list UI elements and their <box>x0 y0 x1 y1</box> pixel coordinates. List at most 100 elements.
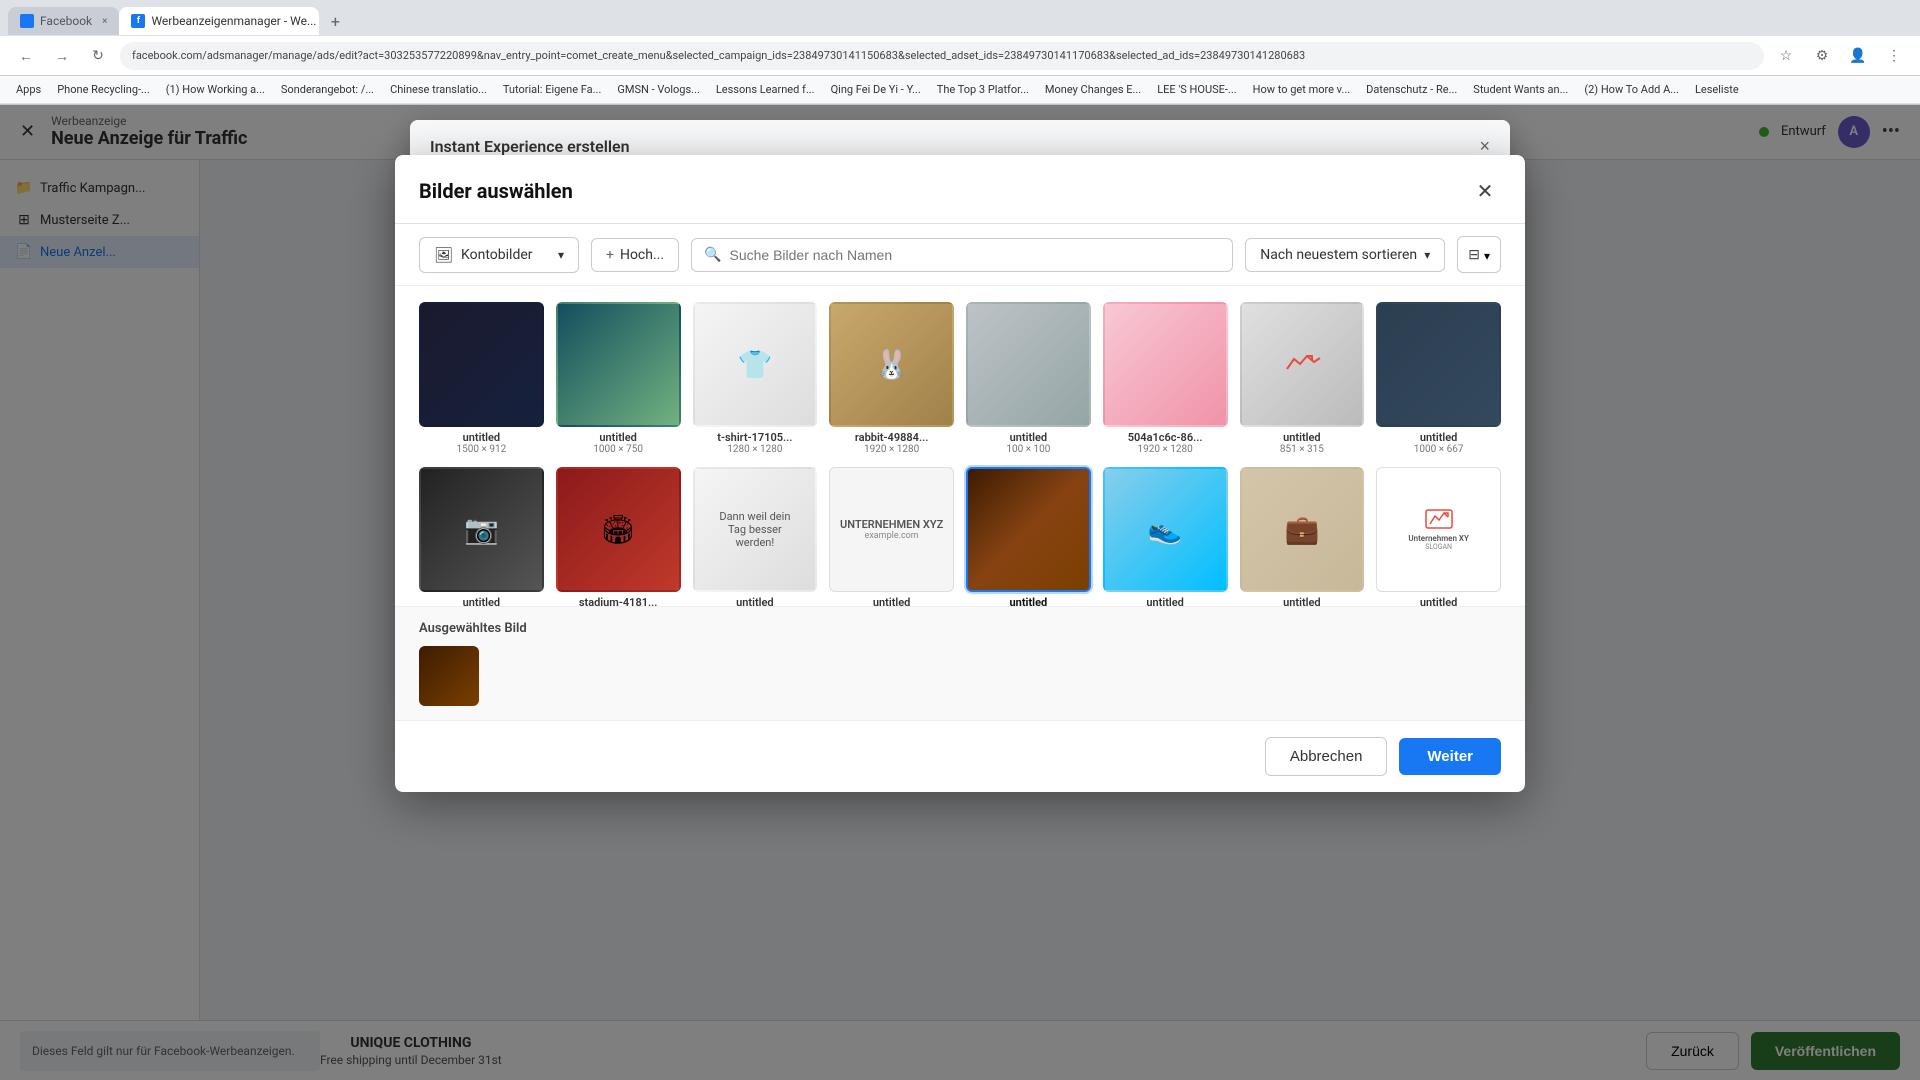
selected-thumbnail <box>419 646 479 706</box>
image-grid-row1: untitled 1500 × 912 untitled 1000 × 750 … <box>419 302 1501 455</box>
bookmark-3[interactable]: Sonderangebot: /... <box>277 81 378 98</box>
image-name-2: untitled <box>599 431 637 444</box>
image-dim-5: 100 × 100 <box>1006 444 1050 455</box>
weiter-button[interactable]: Weiter <box>1399 738 1501 775</box>
image-thumb-13 <box>966 467 1091 592</box>
back-button[interactable]: ← <box>12 42 40 70</box>
image-name-11: untitled <box>736 596 774 607</box>
image-thumb-6 <box>1103 302 1228 427</box>
image-name-3: t-shirt-17105... <box>717 431 792 444</box>
selected-section-label: Ausgewähltes Bild <box>419 621 1501 636</box>
image-item-12[interactable]: UNTERNEHMEN XYZ example.com untitled 200… <box>829 467 954 606</box>
inner-dialog: Bilder auswählen ✕ 🖼 Kontobilder + Hoch.… <box>395 155 1525 792</box>
image-item-4[interactable]: 🐰 rabbit-49884... 1920 × 1280 <box>829 302 954 455</box>
bookmarks-bar: Apps Phone Recycling-... (1) How Working… <box>0 76 1920 104</box>
filter-button[interactable]: ⊟ <box>1457 236 1501 273</box>
bookmark-button[interactable]: ☆ <box>1772 42 1800 70</box>
search-bar: 🔍 <box>691 238 1233 272</box>
source-label: Kontobilder <box>461 247 532 263</box>
image-thumb-12: UNTERNEHMEN XYZ example.com <box>829 467 954 592</box>
dialog-footer: Abbrechen Weiter <box>395 720 1525 792</box>
image-name-14: untitled <box>1146 596 1184 607</box>
image-item-7[interactable]: untitled 851 × 315 <box>1240 302 1365 455</box>
bookmark-apps[interactable]: Apps <box>12 81 45 98</box>
source-dropdown[interactable]: 🖼 Kontobilder <box>419 237 579 273</box>
filter-chevron-icon <box>1484 245 1490 264</box>
image-name-15: untitled <box>1283 596 1321 607</box>
tab-label-1: Facebook <box>40 14 92 28</box>
bookmark-8[interactable]: Qing Fei De Yi - Y... <box>827 81 925 98</box>
tab-favicon-1 <box>20 14 34 28</box>
image-dim-7: 851 × 315 <box>1280 444 1324 455</box>
source-icon: 🖼 <box>434 246 453 264</box>
menu-button[interactable]: ⋮ <box>1880 42 1908 70</box>
image-name-10: stadium-4181... <box>579 596 658 607</box>
bookmark-2[interactable]: (1) How Working a... <box>162 81 269 98</box>
selected-section: Ausgewähltes Bild <box>395 606 1525 720</box>
browser-tab-ads[interactable]: f Werbeanzeigenmanager - We... × <box>119 7 319 35</box>
image-item-6[interactable]: 504a1c6c-86... 1920 × 1280 <box>1103 302 1228 455</box>
image-item-9[interactable]: 📷 untitled 1000 × 667 <box>419 467 544 606</box>
image-item-8[interactable]: untitled 1000 × 667 <box>1376 302 1501 455</box>
image-thumb-15: 💼 <box>1240 467 1365 592</box>
image-name-5: untitled <box>1010 431 1048 444</box>
image-dim-4: 1920 × 1280 <box>864 444 919 455</box>
sort-dropdown[interactable]: Nach neuestem sortieren <box>1245 238 1445 272</box>
bookmark-7[interactable]: Lessons Learned f... <box>712 81 819 98</box>
image-item-16[interactable]: Unternehmen XY SLOGAN untitled 100 × 100 <box>1376 467 1501 606</box>
image-name-6: 504a1c6c-86... <box>1128 431 1203 444</box>
profile-button[interactable]: 👤 <box>1844 42 1872 70</box>
bookmark-6[interactable]: GMSN - Vologs... <box>613 81 704 98</box>
forward-button[interactable]: → <box>48 42 76 70</box>
outer-dialog-close[interactable]: × <box>1479 136 1490 157</box>
bookmark-13[interactable]: Datenschutz - Re... <box>1362 81 1461 98</box>
bookmark-1[interactable]: Phone Recycling-... <box>53 81 154 98</box>
image-item-11[interactable]: Dann weil deinTag besserwerden! untitled… <box>693 467 818 606</box>
inner-dialog-close[interactable]: ✕ <box>1469 175 1501 207</box>
cancel-button[interactable]: Abbrechen <box>1265 737 1388 776</box>
tab-close-1[interactable]: × <box>102 16 107 27</box>
image-item-1[interactable]: untitled 1500 × 912 <box>419 302 544 455</box>
upload-button[interactable]: + Hoch... <box>591 238 679 272</box>
bookmark-15[interactable]: (2) How To Add A... <box>1580 81 1683 98</box>
url-bar[interactable]: facebook.com/adsmanager/manage/ads/edit?… <box>120 42 1764 70</box>
search-input[interactable] <box>729 247 1220 263</box>
image-thumb-11: Dann weil deinTag besserwerden! <box>693 467 818 592</box>
bookmark-12[interactable]: How to get more v... <box>1249 81 1355 98</box>
image-name-16: untitled <box>1420 596 1458 607</box>
image-item-14[interactable]: 👟 untitled 1000 × 667 <box>1103 467 1228 606</box>
tab-label-2: Werbeanzeigenmanager - We... <box>151 14 316 28</box>
image-dim-3: 1280 × 1280 <box>727 444 782 455</box>
new-tab-button[interactable]: + <box>323 9 347 33</box>
image-item-3[interactable]: 👕 t-shirt-17105... 1280 × 1280 <box>693 302 818 455</box>
bookmark-9[interactable]: The Top 3 Platfor... <box>933 81 1033 98</box>
image-item-15[interactable]: 💼 untitled 1000 × 667 <box>1240 467 1365 606</box>
outer-dialog-title: Instant Experience erstellen <box>430 137 630 156</box>
bookmark-leseliste[interactable]: Leseliste <box>1691 81 1743 98</box>
image-thumb-14: 👟 <box>1103 467 1228 592</box>
inner-dialog-header: Bilder auswählen ✕ <box>395 155 1525 224</box>
image-name-7: untitled <box>1283 431 1321 444</box>
sort-chevron-icon <box>1424 247 1430 263</box>
image-dim-1: 1500 × 912 <box>457 444 507 455</box>
upload-plus-icon: + <box>606 247 614 263</box>
bookmark-10[interactable]: Money Changes E... <box>1041 81 1145 98</box>
image-name-4: rabbit-49884... <box>855 431 928 444</box>
image-item-5[interactable]: untitled 100 × 100 <box>966 302 1091 455</box>
bookmark-11[interactable]: LEE 'S HOUSE-... <box>1153 81 1240 98</box>
source-chevron-icon <box>558 247 564 263</box>
image-item-2[interactable]: untitled 1000 × 750 <box>556 302 681 455</box>
bookmark-5[interactable]: Tutorial: Eigene Fa... <box>499 81 606 98</box>
extensions-button[interactable]: ⚙ <box>1808 42 1836 70</box>
url-text: facebook.com/adsmanager/manage/ads/edit?… <box>132 49 1305 62</box>
browser-tab-facebook[interactable]: Facebook × <box>8 7 119 35</box>
image-thumb-4: 🐰 <box>829 302 954 427</box>
bookmark-14[interactable]: Student Wants an... <box>1469 81 1572 98</box>
image-grid-container: untitled 1500 × 912 untitled 1000 × 750 … <box>395 286 1525 606</box>
image-item-10[interactable]: 🏟 stadium-4181... 1920 × 1280 <box>556 467 681 606</box>
reload-button[interactable]: ↻ <box>84 42 112 70</box>
tab-favicon-2: f <box>131 14 145 28</box>
image-item-13[interactable]: untitled 1000 × 668 <box>966 467 1091 606</box>
bookmark-4[interactable]: Chinese translatio... <box>386 81 491 98</box>
dialog-toolbar: 🖼 Kontobilder + Hoch... 🔍 Nach neuestem … <box>395 224 1525 286</box>
